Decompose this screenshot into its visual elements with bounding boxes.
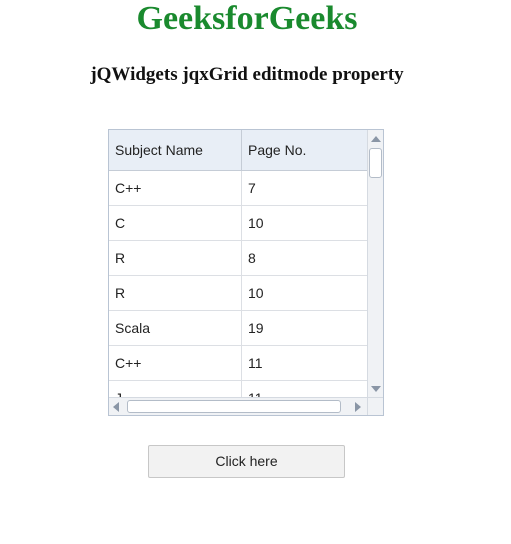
- scroll-down-arrow-icon[interactable]: [371, 386, 381, 392]
- table-row[interactable]: C 10: [109, 206, 367, 241]
- cell-subject-name[interactable]: Scala: [109, 311, 242, 345]
- table-row[interactable]: C++ 11: [109, 346, 367, 381]
- table-row[interactable]: R 10: [109, 276, 367, 311]
- column-header-page-no[interactable]: Page No.: [242, 130, 367, 170]
- cell-page-no[interactable]: 7: [242, 171, 367, 205]
- grid-body: C++ 7 C 10 R 8 R 10 Scala 19 C++ 11 J 11: [109, 171, 367, 397]
- scroll-right-arrow-icon[interactable]: [355, 402, 361, 412]
- cell-page-no[interactable]: 11: [242, 381, 367, 397]
- cell-subject-name[interactable]: C: [109, 206, 242, 240]
- data-grid[interactable]: Subject Name Page No. C++ 7 C 10 R 8 R 1…: [108, 129, 384, 416]
- cell-subject-name[interactable]: J: [109, 381, 242, 397]
- table-row[interactable]: J 11: [109, 381, 367, 397]
- horizontal-scrollbar[interactable]: [109, 397, 367, 415]
- cell-subject-name[interactable]: R: [109, 241, 242, 275]
- cell-subject-name[interactable]: C++: [109, 171, 242, 205]
- horizontal-scroll-thumb[interactable]: [127, 400, 341, 413]
- cell-page-no[interactable]: 8: [242, 241, 367, 275]
- page-heading: jQWidgets jqxGrid editmode property: [90, 64, 404, 85]
- scroll-up-arrow-icon[interactable]: [371, 136, 381, 142]
- cell-subject-name[interactable]: R: [109, 276, 242, 310]
- click-here-button[interactable]: Click here: [148, 445, 345, 478]
- cell-page-no[interactable]: 11: [242, 346, 367, 380]
- grid-header: Subject Name Page No.: [109, 130, 367, 171]
- cell-subject-name[interactable]: C++: [109, 346, 242, 380]
- vertical-scroll-thumb[interactable]: [369, 148, 382, 178]
- site-title: GeeksforGeeks: [136, 0, 358, 37]
- table-row[interactable]: R 8: [109, 241, 367, 276]
- cell-page-no[interactable]: 19: [242, 311, 367, 345]
- cell-page-no[interactable]: 10: [242, 276, 367, 310]
- column-header-subject-name[interactable]: Subject Name: [109, 130, 242, 170]
- vertical-scrollbar[interactable]: [367, 130, 383, 397]
- cell-page-no[interactable]: 10: [242, 206, 367, 240]
- scrollbar-corner: [367, 397, 383, 415]
- table-row[interactable]: Scala 19: [109, 311, 367, 346]
- table-row[interactable]: C++ 7: [109, 171, 367, 206]
- scroll-left-arrow-icon[interactable]: [113, 402, 119, 412]
